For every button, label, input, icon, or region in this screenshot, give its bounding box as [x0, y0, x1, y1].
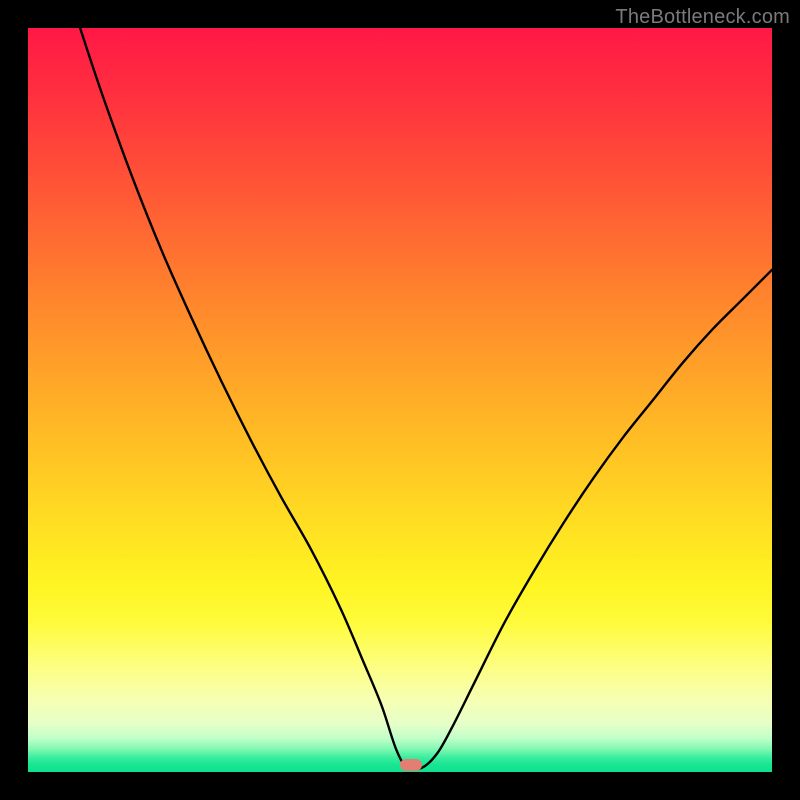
plot-area: [28, 28, 772, 772]
curve-path: [80, 28, 772, 770]
bottleneck-curve: [28, 28, 772, 772]
chart-stage: TheBottleneck.com: [0, 0, 800, 800]
optimal-marker: [400, 759, 422, 771]
watermark-text: TheBottleneck.com: [615, 6, 790, 29]
